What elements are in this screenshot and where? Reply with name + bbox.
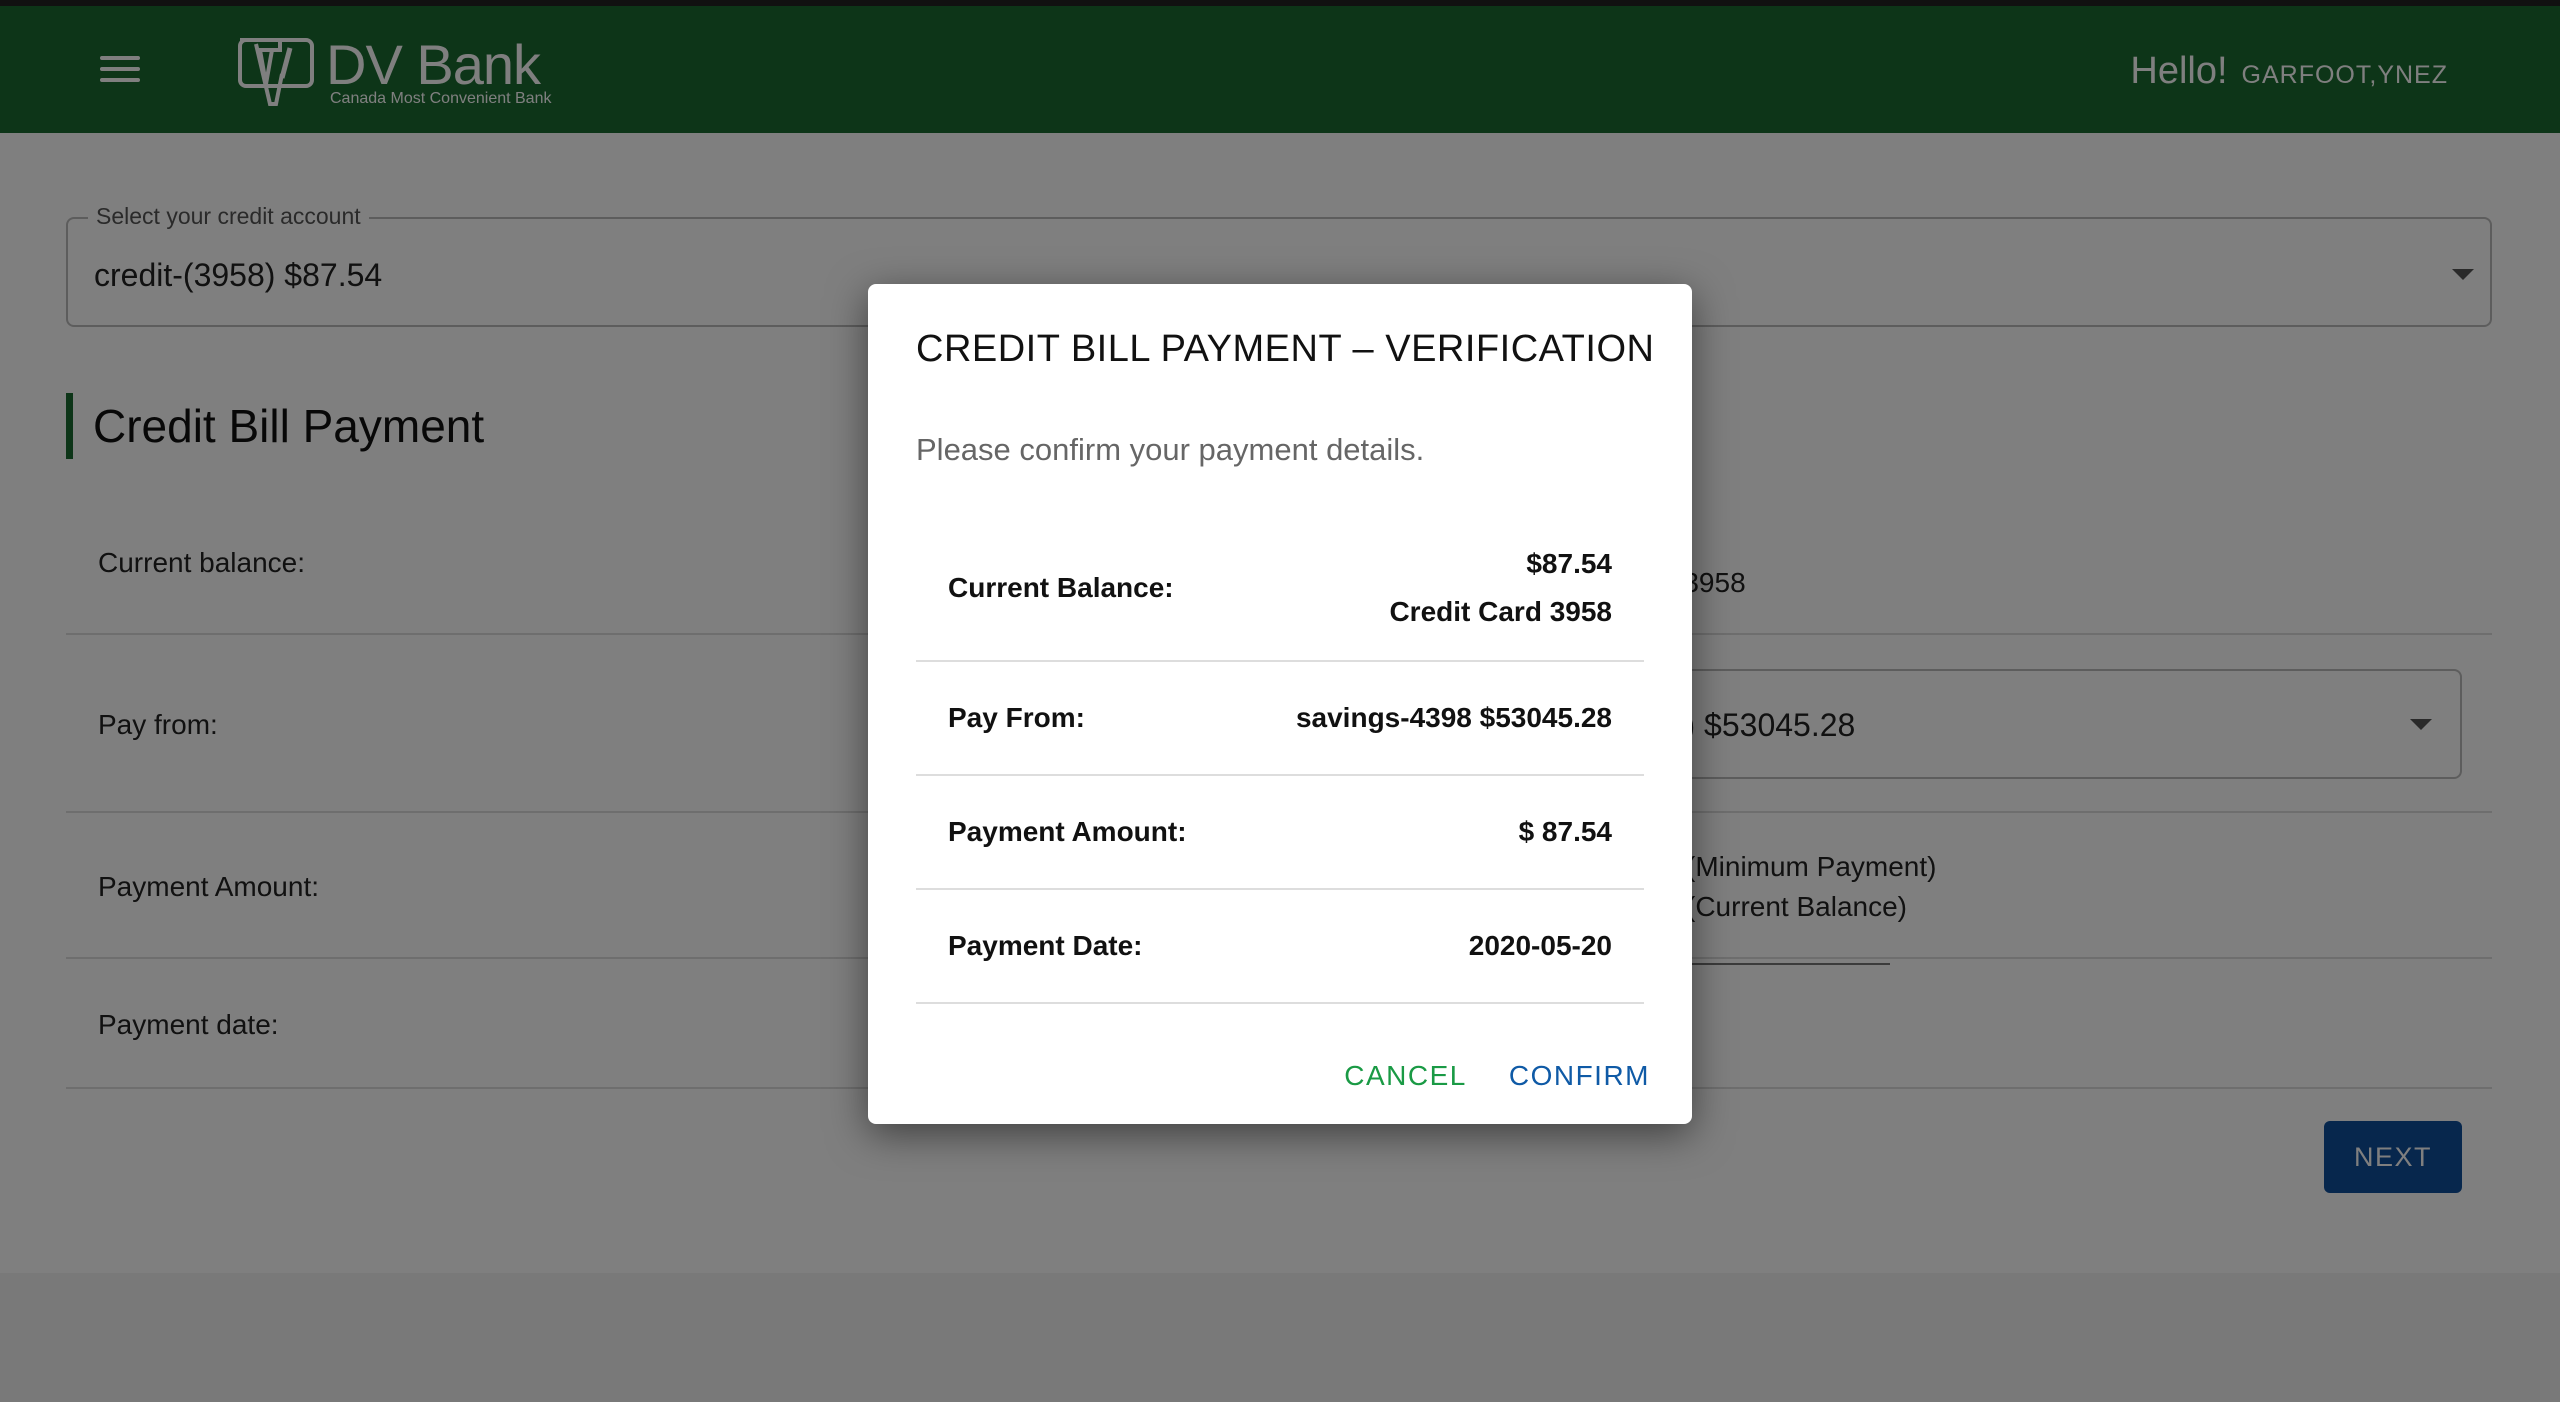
detail-row-payment-date: Payment Date: 2020-05-20 [916, 890, 1644, 1004]
detail-label: Payment Amount: [948, 816, 1187, 847]
detail-row-current-balance: Current Balance: $87.54 Credit Card 3958 [916, 514, 1644, 662]
detail-row-pay-from: Pay From: savings-4398 $53045.28 [916, 662, 1644, 776]
detail-value: savings-4398 $53045.28 [1295, 702, 1612, 733]
detail-label: Pay From: [948, 702, 1085, 733]
detail-label: Payment Date: [948, 930, 1143, 961]
dialog-actions: CANCEL CONFIRM [1312, 1054, 1660, 1098]
detail-row-payment-amount: Payment Amount: $ 87.54 [916, 776, 1644, 890]
verification-dialog: CREDIT BILL PAYMENT – VERIFICATION Pleas… [868, 284, 1692, 1124]
confirm-button[interactable]: CONFIRM [1499, 1054, 1660, 1098]
dialog-subtitle: Please confirm your payment details. [916, 432, 1425, 467]
detail-value-secondary: Credit Card 3958 [1389, 596, 1612, 627]
cancel-button[interactable]: CANCEL [1334, 1054, 1477, 1098]
dialog-title: CREDIT BILL PAYMENT – VERIFICATION [916, 328, 1655, 370]
detail-value: 2020-05-20 [1468, 930, 1612, 961]
detail-value: $87.54 [1526, 548, 1612, 579]
detail-value: $ 87.54 [1518, 816, 1612, 847]
detail-label: Current Balance: [948, 572, 1174, 603]
